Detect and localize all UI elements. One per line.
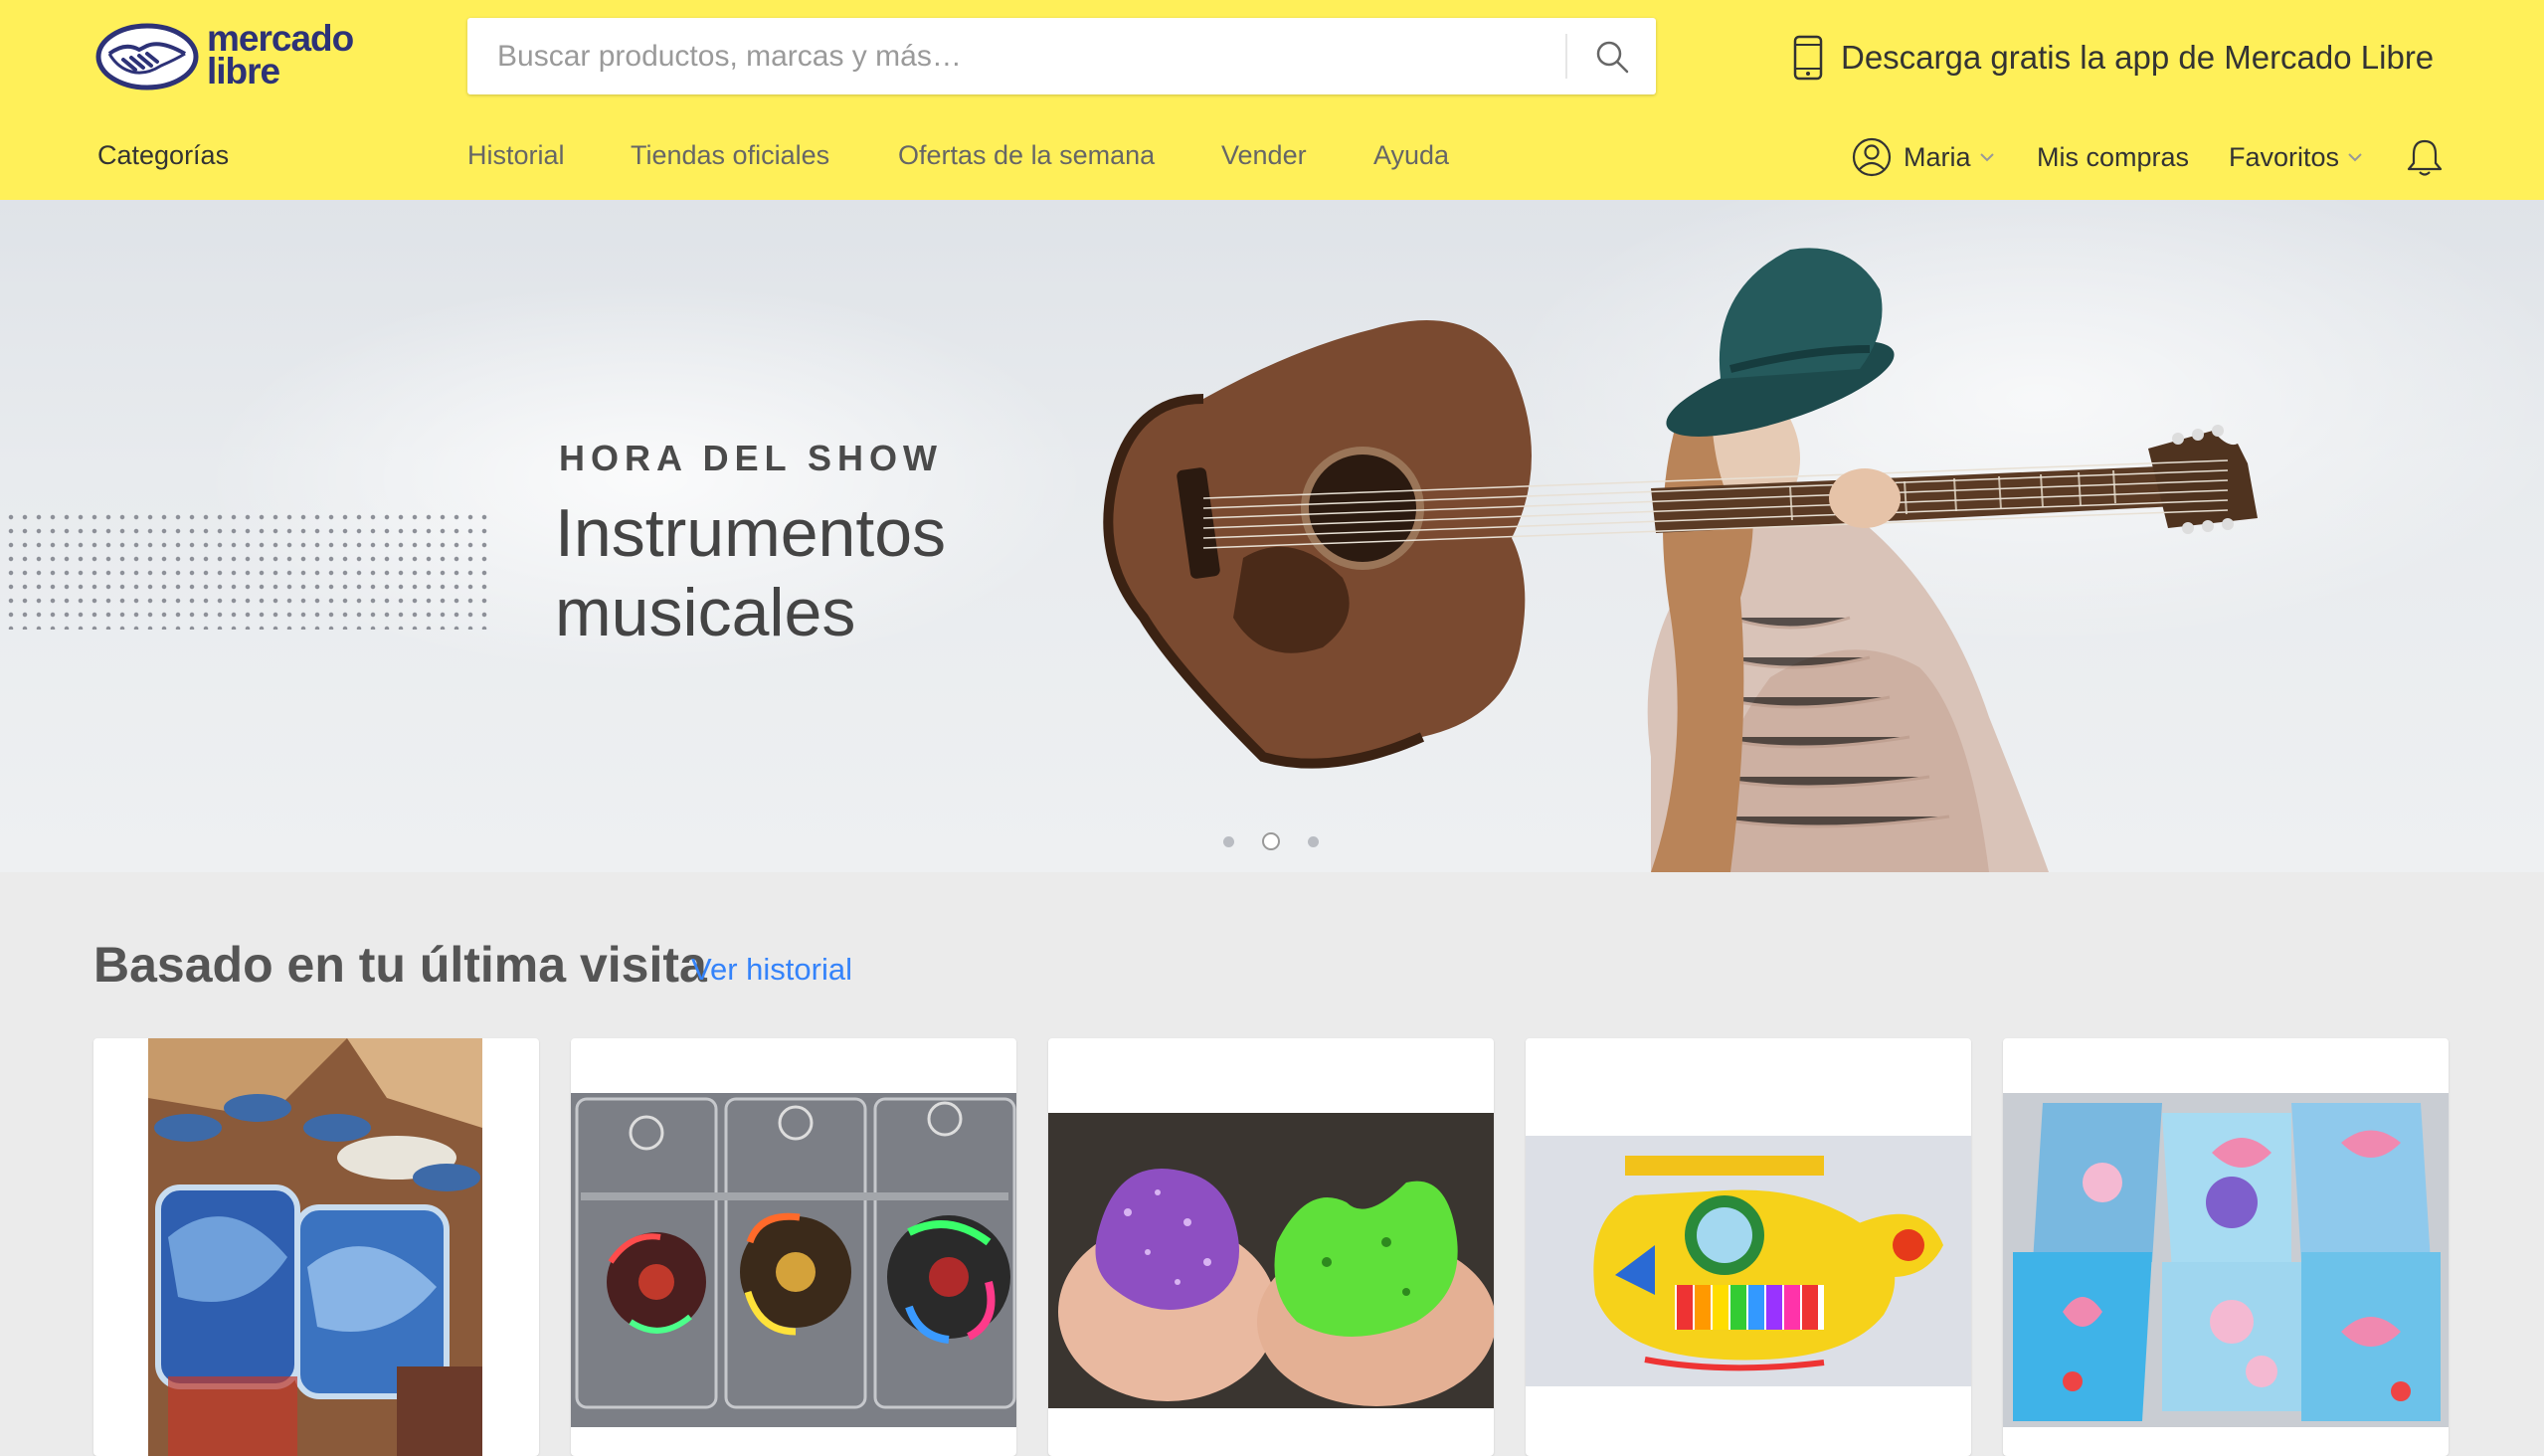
product-card[interactable]	[2003, 1038, 2449, 1456]
hero-title-line1: Instrumentos	[555, 495, 947, 571]
product-card[interactable]	[1526, 1038, 1971, 1456]
logo-line2: libre	[207, 51, 280, 91]
kids-makeup-kits-photo	[2003, 1093, 2449, 1427]
favorites-menu[interactable]: Favoritos	[2229, 135, 2363, 179]
site-header: mercado libre Descarga gratis la app de …	[0, 0, 2544, 200]
logo-wordmark: mercado libre	[207, 20, 354, 91]
categories-menu[interactable]: Categorías	[97, 140, 229, 171]
my-purchases-link[interactable]: Mis compras	[2037, 135, 2189, 179]
user-menu[interactable]: Maria	[1852, 135, 1995, 179]
search-icon	[1596, 41, 1628, 73]
nav-ayuda[interactable]: Ayuda	[1373, 140, 1449, 171]
carousel-dot-1[interactable]	[1223, 835, 1234, 847]
download-app-text: Descarga gratis la app de Mercado Libre	[1841, 39, 2435, 76]
user-name: Maria	[1904, 141, 1971, 172]
slime-jars-photo	[148, 1038, 482, 1456]
product-card[interactable]	[1048, 1038, 1494, 1456]
decorative-dot-grid	[4, 510, 487, 630]
handshake-logo-icon	[95, 23, 199, 91]
product-card[interactable]	[571, 1038, 1016, 1456]
mercado-libre-logo[interactable]: mercado libre	[95, 20, 364, 91]
hero-banner[interactable]: HORA DEL SHOW Instrumentos musicales	[0, 200, 2544, 872]
hero-title-line2: musicales	[555, 575, 856, 650]
led-fidget-spinners-photo	[571, 1093, 1016, 1427]
search-button[interactable]	[1567, 18, 1656, 94]
hero-title: Instrumentos musicales	[555, 493, 1152, 652]
chevron-down-icon	[1979, 153, 1994, 162]
carousel-pagination	[1223, 831, 1347, 851]
smartphone-icon	[1793, 35, 1823, 81]
section-title: Basado en tu última visita	[93, 937, 707, 993]
carousel-dot-2[interactable]	[1262, 832, 1280, 850]
nav-vender[interactable]: Vender	[1221, 140, 1307, 171]
view-history-link[interactable]: Ver historial	[691, 952, 852, 988]
search-input[interactable]	[467, 18, 1561, 94]
hero-guitar-photo	[1103, 248, 2258, 872]
download-app-link[interactable]: Descarga gratis la app de Mercado Libre	[1793, 35, 2434, 81]
toy-helicopter-piano-photo	[1526, 1136, 1971, 1386]
search-bar	[467, 18, 1656, 94]
notifications-button[interactable]	[2406, 135, 2444, 179]
favorites-label: Favoritos	[2229, 141, 2340, 172]
user-avatar-icon	[1852, 137, 1892, 177]
product-card[interactable]	[93, 1038, 539, 1456]
bell-icon	[2407, 139, 2443, 176]
chevron-down-icon	[2348, 153, 2362, 162]
nav-tiendas-oficiales[interactable]: Tiendas oficiales	[631, 140, 829, 171]
glitter-slime-hands-photo	[1048, 1113, 1494, 1408]
nav-historial[interactable]: Historial	[467, 140, 565, 171]
hero-eyebrow: HORA DEL SHOW	[559, 438, 944, 478]
nav-ofertas-de-la-semana[interactable]: Ofertas de la semana	[898, 140, 1155, 171]
carousel-dot-3[interactable]	[1308, 835, 1319, 847]
